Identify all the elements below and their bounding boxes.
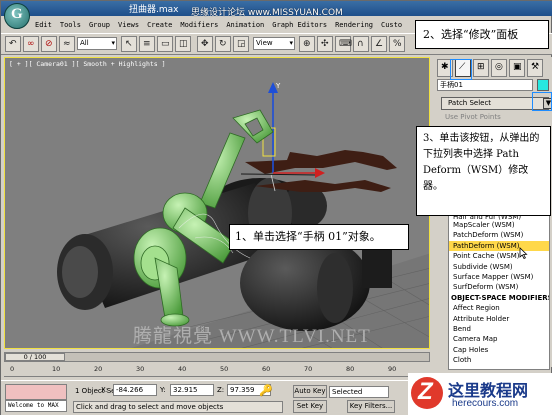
frame-tick-label: 80 — [346, 365, 355, 373]
modifier-option[interactable]: Bend — [449, 324, 549, 334]
object-color-swatch[interactable] — [537, 79, 549, 91]
hierarchy-tab-icon[interactable]: ⊞ — [473, 59, 489, 77]
track-bar[interactable]: 0 10 20 30 40 50 60 70 80 90 — [4, 363, 430, 377]
modifier-option[interactable]: Cap Holes — [449, 345, 549, 355]
logo-url: herecours.com — [452, 398, 519, 409]
use-pivot-option[interactable]: Use Pivot Points — [445, 113, 501, 121]
reference-coordinate-select[interactable]: View — [253, 37, 295, 50]
callout-step-1: 1、单击选择“手柄 01”对象。 — [229, 224, 409, 250]
scene-render: Y — [5, 58, 429, 348]
select-by-name-icon[interactable]: ≡ — [139, 36, 155, 52]
time-slider-thumb[interactable]: 0 / 100 — [5, 353, 65, 361]
frame-tick-label: 50 — [220, 365, 229, 373]
link-icon[interactable]: ∞ — [23, 36, 39, 52]
modifier-option[interactable]: Camera Map — [449, 334, 549, 344]
menu-animation[interactable]: Animation — [224, 21, 266, 29]
key-selection-select[interactable]: Selected — [329, 386, 389, 398]
logo-mark-icon: Z — [411, 377, 443, 409]
bind-spacewarp-icon[interactable]: ≈ — [59, 36, 75, 52]
rect-selection-icon[interactable]: ▭ — [157, 36, 173, 52]
modifier-option[interactable]: MapScaler (WSM) — [449, 220, 549, 230]
frame-tick-label: 70 — [304, 365, 313, 373]
frame-tick-label: 90 — [388, 365, 397, 373]
undo-icon[interactable]: ↶ — [5, 36, 21, 52]
modifier-option[interactable]: Affect Region — [449, 303, 549, 313]
auto-key-button[interactable]: Auto Key — [293, 385, 327, 398]
selection-filter-select[interactable]: All — [77, 37, 117, 50]
maxscript-welcome[interactable]: Welcome to MAX — [5, 400, 67, 412]
frame-tick-label: 30 — [136, 365, 145, 373]
modifier-option[interactable]: Cloth — [449, 355, 549, 365]
highlight-dropdown-button — [532, 92, 552, 111]
keyboard-shortcut-icon[interactable]: ⌨ — [335, 36, 352, 52]
modifier-list-label: Patch Select — [448, 99, 492, 107]
select-object-icon[interactable]: ↖ — [121, 36, 137, 52]
highlight-modify-tab — [450, 59, 472, 80]
menu-edit[interactable]: Edit — [33, 21, 54, 29]
snap-toggle-icon[interactable]: ∩ — [353, 36, 369, 52]
y-label: Y: — [160, 386, 166, 394]
utilities-tab-icon[interactable]: ⚒ — [527, 59, 543, 77]
modifier-group-header: OBJECT-SPACE MODIFIERS — [451, 293, 550, 302]
motion-tab-icon[interactable]: ◎ — [491, 59, 507, 77]
unlink-icon[interactable]: ⊘ — [41, 36, 57, 52]
modifier-option[interactable]: Surface Mapper (WSM) — [449, 272, 549, 282]
svg-text:Y: Y — [275, 82, 281, 90]
key-icon[interactable]: 🔑 — [259, 384, 273, 397]
window-crossing-icon[interactable]: ◫ — [175, 36, 191, 52]
menu-views[interactable]: Views — [116, 21, 141, 29]
frame-tick-label: 40 — [178, 365, 187, 373]
object-name-field[interactable]: 手柄01 — [437, 79, 533, 91]
menu-create[interactable]: Create — [145, 21, 174, 29]
x-coordinate-field[interactable]: -84.266 — [113, 384, 157, 396]
title-bar: 扭曲器.max 思缘设计论坛 www.MISSYUAN.COM — [1, 1, 552, 18]
menu-rendering[interactable]: Rendering — [333, 21, 375, 29]
time-slider[interactable]: 0 / 100 — [4, 352, 430, 362]
site-logo: Z 这里教程网 herecours.com — [408, 373, 552, 415]
key-filters-button[interactable]: Key Filters... — [347, 400, 395, 413]
maxscript-listener[interactable] — [5, 384, 67, 400]
percent-snap-icon[interactable]: % — [389, 36, 405, 52]
frame-tick-label: 60 — [262, 365, 271, 373]
modifier-option[interactable]: SurfDeform (WSM) — [449, 282, 549, 292]
x-label: X: — [101, 386, 109, 394]
menu-customize[interactable]: Custo — [379, 21, 404, 29]
display-tab-icon[interactable]: ▣ — [509, 59, 525, 77]
y-coordinate-field[interactable]: 32.915 — [170, 384, 214, 396]
frame-tick-label: 20 — [94, 365, 103, 373]
angle-snap-icon[interactable]: ∠ — [371, 36, 387, 52]
select-scale-icon[interactable]: ◲ — [233, 36, 249, 52]
menu-group[interactable]: Group — [87, 21, 112, 29]
menu-graph-editors[interactable]: Graph Editors — [270, 21, 329, 29]
pivot-center-icon[interactable]: ⊕ — [299, 36, 315, 52]
viewport-label[interactable]: [ + ][ Camera01 ][ Smooth + Highlights ] — [9, 60, 166, 68]
menu-modifiers[interactable]: Modifiers — [178, 21, 220, 29]
callout-step-3: 3、单击该按钮，从弹出的下拉列表中选择 Path Deform（WSM）修改器。 — [416, 126, 551, 216]
set-key-button[interactable]: Set Key — [293, 400, 327, 413]
frame-tick-label: 0 — [10, 365, 15, 373]
callout-step-2: 2、选择“修改”面板 — [415, 20, 549, 49]
frame-tick-label: 10 — [52, 365, 61, 373]
mouse-cursor-icon — [519, 247, 528, 259]
window-title: 扭曲器.max — [129, 5, 179, 15]
app-logo-icon[interactable]: G — [4, 3, 30, 29]
select-rotate-icon[interactable]: ↻ — [215, 36, 231, 52]
modifier-option[interactable]: Subdivide (WSM) — [449, 262, 549, 272]
scene-watermark: 腾龍視覺 WWW.TLVI.NET — [133, 326, 371, 347]
select-manipulate-icon[interactable]: ✣ — [317, 36, 333, 52]
app-window: 扭曲器.max 思缘设计论坛 www.MISSYUAN.COM G Edit T… — [0, 0, 552, 415]
modifier-option[interactable]: PathDeform (WSM) — [449, 240, 549, 252]
camera-viewport[interactable]: Y [ + ][ Camera01 ][ Smooth + Highlights… — [4, 57, 430, 349]
z-label: Z: — [217, 386, 225, 394]
modifier-option[interactable]: Point Cache (WSM) — [449, 251, 549, 261]
select-move-icon[interactable]: ✥ — [197, 36, 213, 52]
prompt-line: Click and drag to select and move object… — [73, 401, 283, 413]
modifier-option[interactable]: Attribute Holder — [449, 314, 549, 324]
modifier-option[interactable]: PatchDeform (WSM) — [449, 230, 549, 240]
modifier-dropdown-list: Hair and Fur (WSM) MapScaler (WSM) PatchDe… — [448, 213, 550, 370]
menu-tools[interactable]: Tools — [58, 21, 83, 29]
